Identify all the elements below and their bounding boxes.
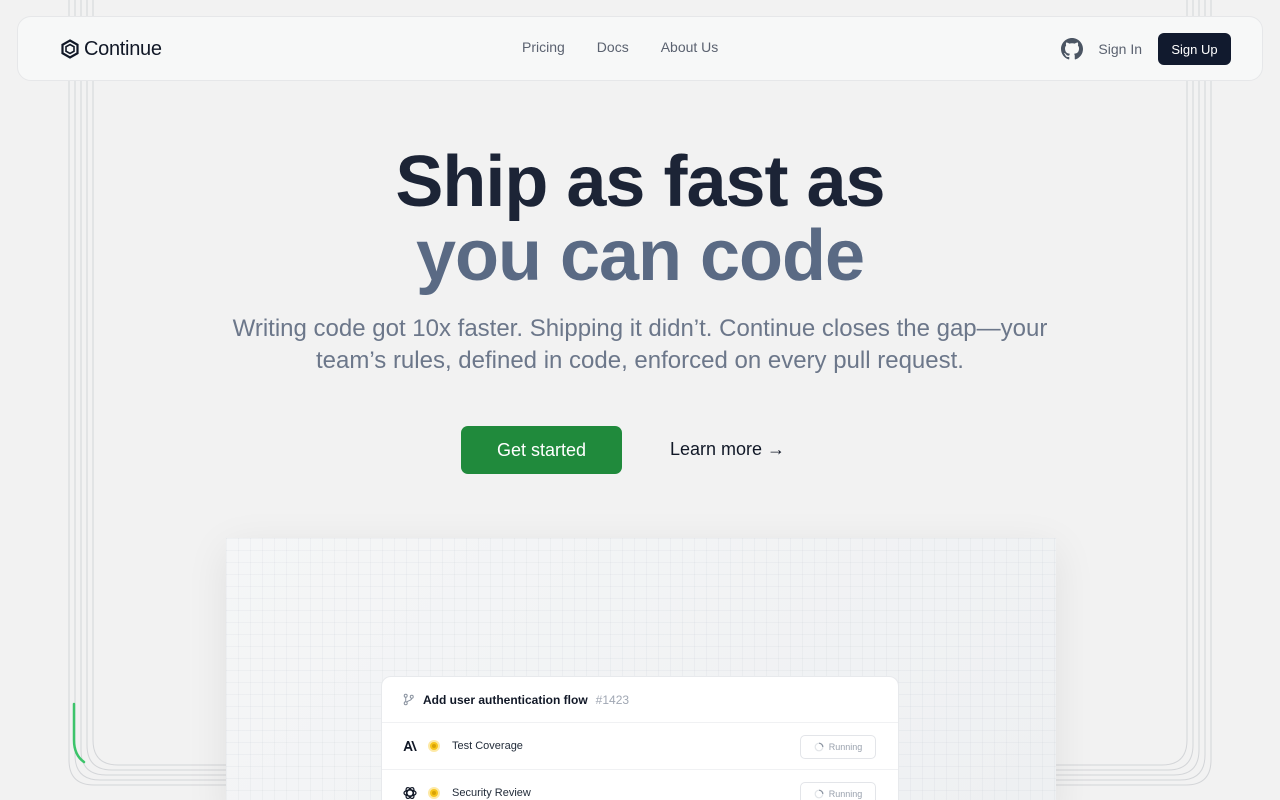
git-branch-icon: [403, 693, 414, 706]
top-navbar: Continue Pricing Docs About Us Sign In S…: [17, 16, 1263, 81]
status-badge: Running: [800, 782, 876, 800]
spinner-icon: [814, 789, 824, 799]
running-status-dot: [428, 740, 440, 752]
hero-subtitle: Writing code got 10x faster. Shipping it…: [232, 315, 1048, 374]
nav-link-about-us[interactable]: About Us: [661, 39, 719, 55]
status-label: Running: [828, 789, 863, 799]
check-row[interactable]: Security Review Running: [382, 770, 898, 800]
pull-request-card: Add user authentication flow #1423 Test …: [381, 676, 899, 800]
brand-name: Continue: [84, 37, 162, 60]
nav-link-pricing[interactable]: Pricing: [522, 39, 565, 55]
brand-logo[interactable]: Continue: [60, 37, 162, 61]
nav-link-docs[interactable]: Docs: [597, 39, 629, 55]
product-preview: Add user authentication flow #1423 Test …: [226, 538, 1056, 800]
continue-logo-icon: [61, 39, 79, 59]
nav-actions: Sign In Sign Up: [1061, 33, 1231, 65]
hero-title-line1: Ship as fast as: [395, 142, 885, 222]
pull-request-header: Add user authentication flow #1423: [382, 677, 898, 723]
get-started-button[interactable]: Get started: [461, 426, 622, 474]
pull-request-title[interactable]: Add user authentication flow: [423, 693, 588, 707]
learn-more-link[interactable]: Learn more →: [670, 439, 785, 460]
status-badge: Running: [800, 735, 876, 759]
pull-request-number: #1423: [595, 692, 630, 707]
sign-up-button[interactable]: Sign Up: [1158, 33, 1231, 65]
anthropic-icon: [403, 741, 417, 751]
status-label: Running: [828, 742, 863, 752]
check-name: Test Coverage: [452, 740, 523, 752]
openai-icon: [403, 786, 417, 800]
github-icon[interactable]: [1061, 38, 1084, 60]
spinner-icon: [814, 742, 824, 752]
primary-nav: Pricing Docs About Us: [522, 39, 718, 55]
hero-title-line2: you can code: [415, 216, 865, 296]
sign-in-link[interactable]: Sign In: [1098, 41, 1142, 57]
check-row[interactable]: Test Coverage Running: [382, 723, 898, 770]
running-status-dot: [428, 787, 440, 799]
check-name: Security Review: [452, 787, 531, 799]
